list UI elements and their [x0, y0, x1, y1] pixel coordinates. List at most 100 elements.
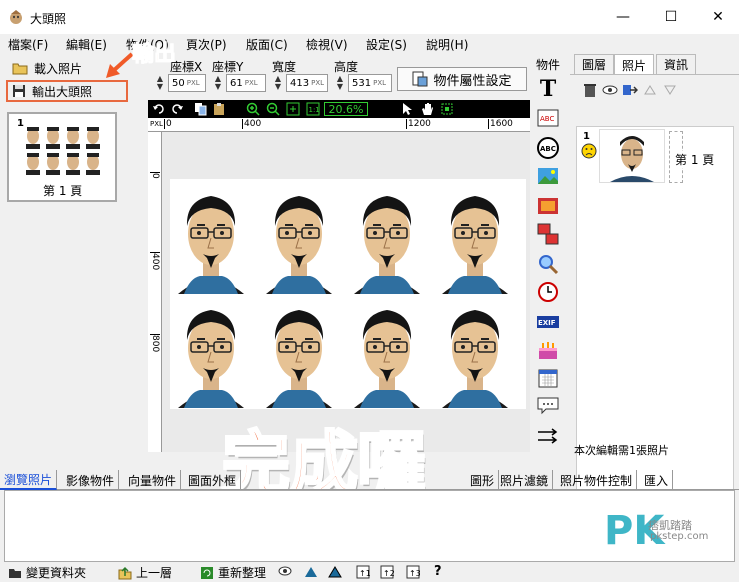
move-down-icon[interactable]	[664, 84, 676, 96]
folder-icon	[9, 568, 21, 578]
tab-browse-photos[interactable]: 瀏覽照片	[0, 470, 58, 490]
watermark-site: pkstep.com	[650, 531, 709, 542]
tab-image-objects[interactable]: 影像物件	[62, 470, 120, 490]
portrait-photo[interactable]	[170, 182, 252, 294]
tab-photo-object-control[interactable]: 照片物件控制	[556, 470, 638, 490]
sort-down-icon[interactable]	[328, 565, 342, 579]
fit-page-icon[interactable]	[286, 102, 300, 116]
zoom-in-icon[interactable]	[246, 102, 260, 116]
tab-photo-filters[interactable]: 照片濾鏡	[496, 470, 554, 490]
portrait-photo[interactable]	[258, 182, 340, 294]
menu-help[interactable]: 說明(H)	[426, 36, 468, 53]
tab-frames[interactable]: 圖面外框	[184, 470, 242, 490]
close-button[interactable]: ✕	[703, 6, 733, 28]
help-icon[interactable]: ?	[434, 564, 442, 579]
image-icon[interactable]	[536, 164, 560, 188]
svg-text:EXIF: EXIF	[538, 319, 556, 327]
portrait-thumb	[610, 136, 654, 182]
eye-icon[interactable]	[602, 84, 618, 96]
actual-size-icon[interactable]: 1:1	[306, 102, 320, 116]
menu-file[interactable]: 檔案(F)	[8, 36, 48, 53]
frame-icon[interactable]	[536, 194, 560, 218]
menu-view[interactable]: 檢視(V)	[306, 36, 348, 53]
copy-icon[interactable]	[194, 102, 208, 116]
height-input[interactable]: 531 PXL	[348, 74, 392, 92]
properties-icon	[412, 71, 428, 87]
page-thumbnail[interactable]: 1 第 1 頁	[7, 112, 117, 202]
cake-icon[interactable]	[536, 338, 560, 362]
photo-list-item[interactable]: 1 第 1 頁	[579, 129, 731, 185]
x-spinner[interactable]: ▲ ▼	[152, 73, 168, 93]
calendar-icon[interactable]	[536, 366, 560, 390]
sort-2-icon[interactable]: ↑2	[380, 565, 394, 579]
undo-icon[interactable]	[152, 102, 166, 116]
vertical-ruler: 0 400 800	[148, 132, 162, 452]
width-spinner[interactable]: ▲ ▼	[270, 73, 286, 93]
portrait-photo[interactable]	[170, 296, 252, 408]
redo-icon[interactable]	[170, 102, 184, 116]
sad-face-icon	[581, 143, 597, 159]
menu-page[interactable]: 頁次(P)	[186, 36, 227, 53]
pointer-icon[interactable]	[400, 102, 414, 116]
change-folder-button[interactable]: 變更資料夾	[8, 564, 86, 581]
canvas-area[interactable]	[162, 132, 530, 452]
sort-1-icon[interactable]: ↑1	[356, 565, 370, 579]
speech-bubble-icon[interactable]	[536, 394, 560, 418]
tab-vector-objects[interactable]: 向量物件	[124, 470, 182, 490]
x-unit: PXL	[186, 79, 200, 87]
text-circle-icon[interactable]: ABC	[536, 136, 560, 160]
arrows-icon[interactable]	[536, 424, 560, 448]
send-icon[interactable]	[622, 82, 638, 98]
paste-icon[interactable]	[212, 102, 226, 116]
exif-icon[interactable]: EXIF	[536, 310, 560, 334]
portrait-photo[interactable]	[258, 296, 340, 408]
tab-shapes[interactable]: 圖形	[466, 470, 500, 490]
maximize-button[interactable]: ☐	[656, 6, 686, 28]
svg-text:↑3: ↑3	[409, 569, 420, 578]
trash-icon[interactable]	[582, 82, 598, 98]
object-properties-button[interactable]: 物件屬性設定	[397, 67, 527, 91]
y-spinner[interactable]: ▲ ▼	[210, 73, 226, 93]
text-tool-icon[interactable]: T	[536, 76, 560, 102]
menu-settings[interactable]: 設定(S)	[366, 36, 407, 53]
layers-icon[interactable]	[536, 222, 560, 246]
ruler-unit: PXL	[150, 120, 163, 128]
minimize-button[interactable]: —	[608, 6, 638, 28]
zoom-level[interactable]: 20.6%	[324, 102, 368, 116]
export-photo-button[interactable]: 輸出大頭照	[12, 81, 130, 101]
sort-up-icon[interactable]	[304, 565, 318, 579]
up-one-level-button[interactable]: 上一層	[118, 564, 172, 581]
tab-layers[interactable]: 圖層	[574, 54, 615, 74]
magnifier-icon[interactable]	[536, 252, 560, 276]
menu-edit[interactable]: 編輯(E)	[66, 36, 107, 53]
hand-icon[interactable]	[420, 102, 434, 116]
sort-3-icon[interactable]: ↑3	[406, 565, 420, 579]
thumbnail-faces	[26, 127, 100, 175]
height-spinner[interactable]: ▲ ▼	[332, 73, 348, 93]
ruler-v-800: 800	[150, 334, 160, 353]
ruler-h-1600: 1600	[488, 119, 513, 129]
portrait-photo[interactable]	[346, 182, 428, 294]
portrait-photo[interactable]	[434, 296, 516, 408]
zoom-out-icon[interactable]	[266, 102, 280, 116]
export-photo-label: 輸出大頭照	[32, 84, 93, 99]
move-up-icon[interactable]	[644, 84, 656, 96]
text-box-icon[interactable]: ABC	[536, 106, 560, 130]
save-icon	[13, 85, 25, 97]
portrait-photo[interactable]	[434, 182, 516, 294]
tab-info[interactable]: 資訊	[656, 54, 697, 74]
y-input[interactable]: 61 PXL	[226, 74, 266, 92]
tab-photos[interactable]: 照片	[614, 54, 655, 75]
select-area-icon[interactable]	[440, 102, 454, 116]
clock-icon[interactable]	[536, 280, 560, 304]
view-toggle-icon[interactable]	[278, 566, 292, 576]
object-toolbar: 物件 T ABC ABC EXIF	[532, 54, 564, 466]
photo-page[interactable]	[170, 179, 526, 409]
tab-import[interactable]: 匯入	[640, 470, 674, 490]
x-input[interactable]: 50 PXL	[168, 74, 206, 92]
height-label: 高度	[334, 60, 359, 74]
menu-layout[interactable]: 版面(C)	[246, 36, 288, 53]
refresh-button[interactable]: 重新整理	[200, 564, 266, 581]
portrait-photo[interactable]	[346, 296, 428, 408]
width-input[interactable]: 413 PXL	[286, 74, 328, 92]
